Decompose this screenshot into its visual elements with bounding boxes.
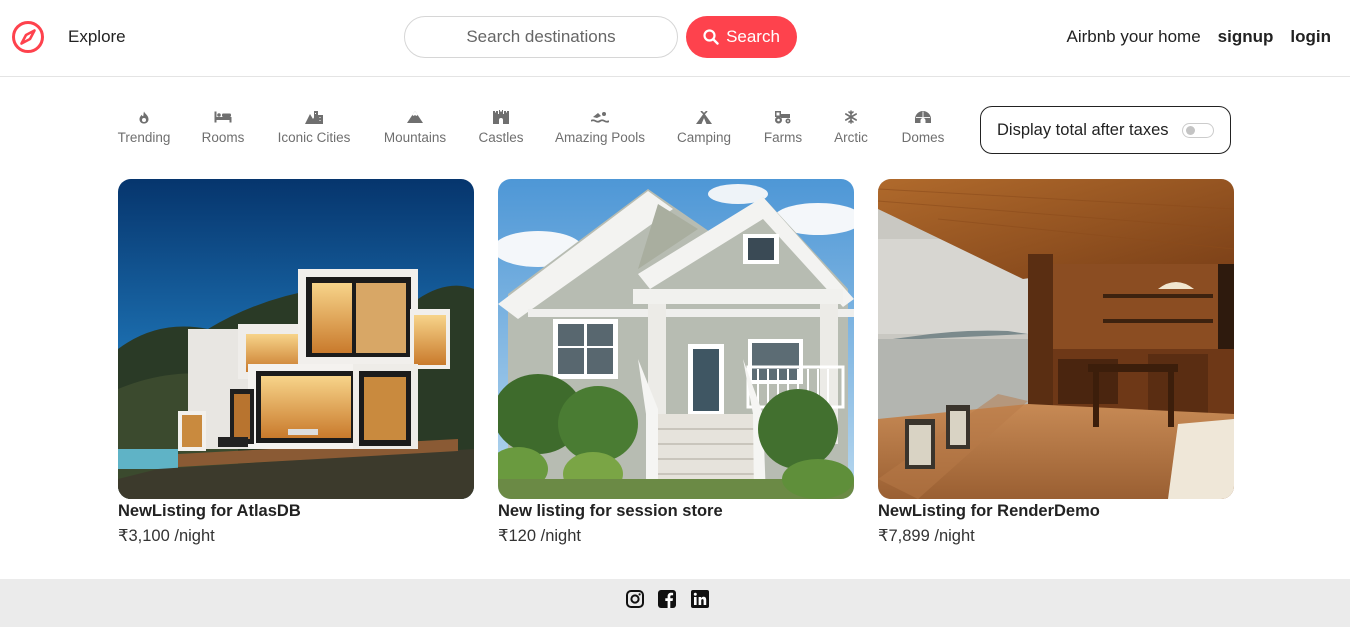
castle-icon — [456, 106, 546, 128]
listing-title: NewListing for RenderDemo — [878, 502, 1100, 520]
compass-icon[interactable] — [11, 20, 45, 54]
filter-label: Amazing Pools — [555, 130, 646, 145]
fire-icon — [99, 106, 189, 128]
filter-mountains[interactable]: Mountains — [370, 106, 460, 145]
search-input[interactable] — [404, 16, 678, 58]
campground-icon — [659, 106, 749, 128]
tax-toggle-box[interactable]: Display total after taxes — [980, 106, 1231, 154]
listing-card[interactable]: NewListing for AtlasDB ₹3,100 /night — [118, 179, 474, 546]
listing-card[interactable]: New listing for session store ₹120 /nigh… — [498, 179, 854, 546]
listing-price: ₹3,100 /night — [118, 527, 215, 545]
mountain-city-icon — [269, 106, 359, 128]
filter-camping[interactable]: Camping — [659, 106, 749, 145]
category-filters: Trending Rooms Iconic Cities Mountains C… — [105, 106, 965, 156]
facebook-icon[interactable] — [658, 590, 676, 608]
footer — [0, 579, 1350, 627]
switch-knob — [1186, 126, 1195, 135]
listing-title: New listing for session store — [498, 502, 723, 520]
host-link[interactable]: Airbnb your home — [1066, 27, 1200, 47]
tax-toggle-switch[interactable] — [1182, 123, 1214, 138]
listing-title: NewListing for AtlasDB — [118, 502, 301, 520]
nav-links: Airbnb your home signup login — [1066, 27, 1331, 47]
navbar: Explore Search Airbnb your home signup l… — [0, 0, 1350, 77]
listing-price: ₹7,899 /night — [878, 527, 975, 545]
filter-trending[interactable]: Trending — [99, 106, 189, 145]
person-swimming-icon — [555, 106, 645, 128]
filter-castles[interactable]: Castles — [456, 106, 546, 145]
tax-toggle-label: Display total after taxes — [997, 120, 1169, 139]
explore-link[interactable]: Explore — [68, 27, 126, 47]
filter-rooms[interactable]: Rooms — [178, 106, 268, 145]
bed-icon — [178, 106, 268, 128]
linkedin-icon[interactable] — [691, 590, 709, 608]
search-button[interactable]: Search — [686, 16, 797, 58]
craftsman-house-photo[interactable] — [498, 179, 854, 499]
filter-label: Iconic Cities — [277, 130, 351, 145]
instagram-icon[interactable] — [626, 590, 644, 608]
filter-label: Domes — [901, 130, 945, 145]
filter-label: Camping — [676, 130, 732, 145]
filter-label: Castles — [478, 130, 524, 145]
lake-view-deck-photo[interactable] — [878, 179, 1234, 499]
modern-container-house-photo[interactable] — [118, 179, 474, 499]
igloo-icon — [878, 106, 968, 128]
signup-link[interactable]: signup — [1218, 27, 1274, 47]
listing-card[interactable]: NewListing for RenderDemo ₹7,899 /night — [878, 179, 1234, 546]
filter-iconic-cities[interactable]: Iconic Cities — [269, 106, 359, 145]
filter-label: Mountains — [383, 130, 447, 145]
listing-price: ₹120 /night — [498, 527, 581, 545]
filter-amazing-pools[interactable]: Amazing Pools — [555, 106, 645, 145]
mountain-icon — [370, 106, 460, 128]
filter-domes[interactable]: Domes — [878, 106, 968, 145]
login-link[interactable]: login — [1290, 27, 1331, 47]
search-button-label: Search — [726, 27, 780, 46]
filter-label: Rooms — [201, 130, 245, 145]
search-icon — [703, 29, 719, 45]
filter-label: Trending — [117, 130, 171, 145]
